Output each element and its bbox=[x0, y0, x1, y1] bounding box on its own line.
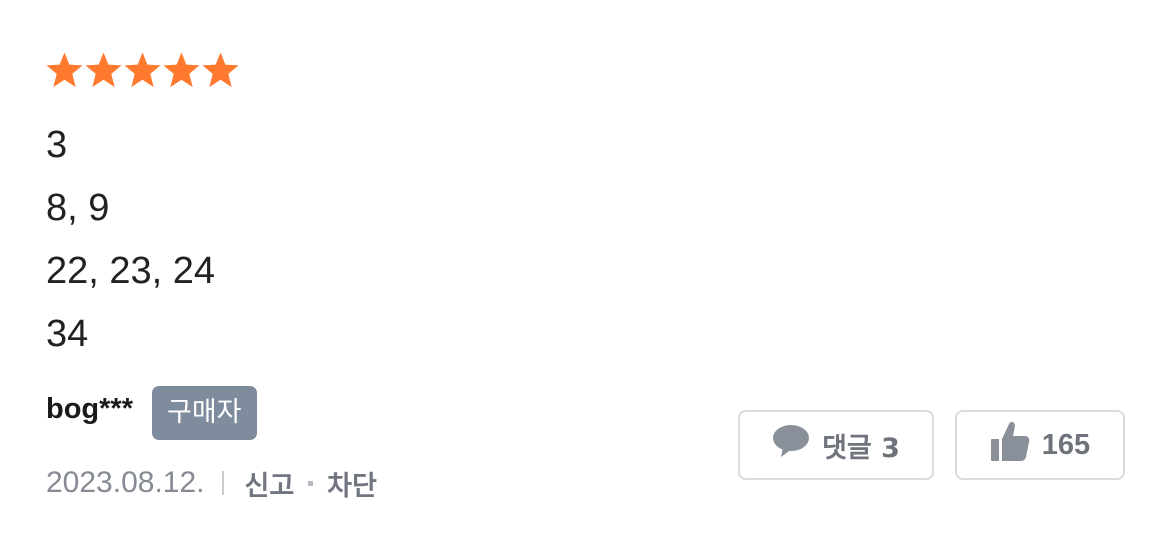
like-button[interactable]: 165 bbox=[955, 410, 1125, 480]
comment-label: 댓글 3 bbox=[822, 432, 900, 464]
review-content: 3 8, 9 22, 23, 24 34 bbox=[46, 114, 215, 366]
star-icon bbox=[162, 50, 201, 90]
star-rating bbox=[45, 50, 240, 90]
dot-separator bbox=[308, 480, 314, 486]
thumbs-up-icon bbox=[990, 420, 1030, 470]
star-icon bbox=[45, 50, 84, 90]
divider bbox=[222, 471, 225, 495]
username[interactable]: bog*** bbox=[46, 393, 133, 426]
review-date: 2023.08.12. bbox=[46, 466, 205, 499]
review-line: 34 bbox=[46, 313, 89, 355]
author-row: bog*** 구매자 bbox=[46, 386, 257, 440]
comment-button[interactable]: 댓글 3 bbox=[738, 410, 934, 480]
speech-bubble-icon bbox=[772, 423, 810, 467]
star-icon bbox=[84, 50, 123, 90]
review-line: 22, 23, 24 bbox=[46, 250, 216, 292]
report-link[interactable]: 신고 bbox=[244, 464, 294, 503]
review-line: 8, 9 bbox=[46, 187, 110, 229]
block-link[interactable]: 차단 bbox=[327, 464, 377, 503]
review-meta: 2023.08.12. 신고 차단 bbox=[46, 462, 377, 504]
star-icon bbox=[201, 50, 240, 90]
review-line: 3 bbox=[46, 124, 68, 166]
star-icon bbox=[123, 50, 162, 90]
buyer-badge: 구매자 bbox=[152, 386, 257, 440]
like-count: 165 bbox=[1041, 428, 1091, 461]
